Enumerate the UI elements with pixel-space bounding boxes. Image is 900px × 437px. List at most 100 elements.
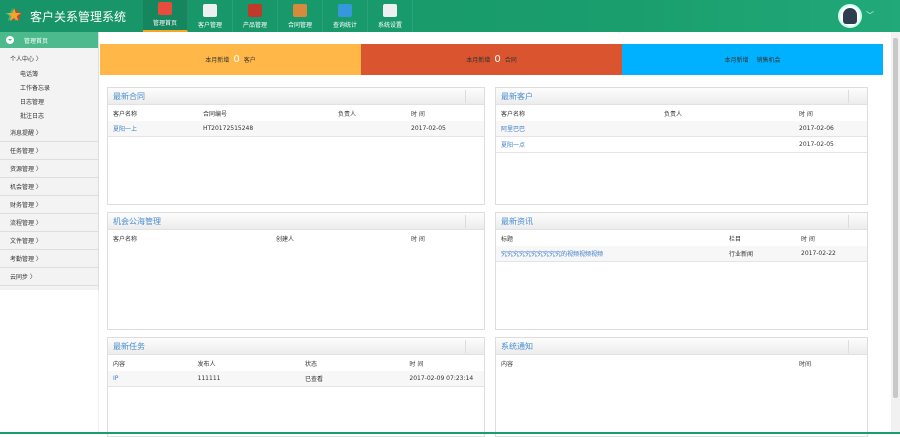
stat-card[interactable]: 本月新增 0 合同	[361, 44, 622, 75]
nav-tab-2[interactable]: 产品管理	[233, 0, 278, 32]
stat-count: 0	[494, 54, 501, 65]
panel-system-notices: 系统通知内容 时间	[495, 337, 868, 437]
column-header: 时 间	[799, 110, 813, 118]
main-nav: 管理首页 客户管理 产品管理 合同管理 查询统计 系统设置	[143, 0, 413, 32]
cell[interactable]: 阿里巴巴	[501, 124, 664, 133]
table-row[interactable]: 夏阳一点 2017-02-05	[496, 137, 867, 153]
cell: 2017-02-05	[411, 125, 446, 132]
chevron-down-icon[interactable]: ﹀	[866, 10, 874, 21]
cell[interactable]: 究究究究究究究究究究的视频视频视频	[501, 249, 729, 258]
user-avatar[interactable]	[838, 4, 862, 28]
panel-latest-news: 最新资讯标题 栏目 时 间究究究究究究究究究究的视频视频视频 行业新闻 2017-02-…	[495, 212, 868, 330]
column-headers: 内容 发布人 状态 时 间	[108, 355, 484, 371]
nav-icon-2	[248, 4, 262, 17]
panel-title: 机会公海管理	[108, 213, 484, 230]
sidebar-group[interactable]: 机会管理 〉	[0, 178, 98, 196]
column-headers: 内容 时间	[496, 355, 867, 371]
nav-tab-0[interactable]: 管理首页	[143, 0, 188, 32]
cell: 已查看	[304, 376, 323, 383]
column-headers: 客户名称 创建人 时 间	[108, 230, 484, 246]
column-header: 内容	[501, 360, 514, 368]
stat-card[interactable]: 本月新增 0 客户	[100, 44, 361, 75]
sidebar-group[interactable]: 流程管理 〉	[0, 214, 98, 232]
sidebar-group[interactable]: 考勤管理 〉	[0, 250, 98, 268]
column-header: 时 间	[801, 235, 815, 243]
table-row[interactable]: 夏阳一上 HT20172515248 2017-02-05	[108, 121, 484, 137]
sidebar-subitem[interactable]: 批注日志	[0, 110, 98, 124]
column-header: 状态	[304, 360, 317, 368]
sidebar-subitem[interactable]: 日志管理	[0, 96, 98, 110]
stat-prefix: 本月新增	[205, 57, 230, 64]
sidebar-group[interactable]: 任务管理 〉	[0, 142, 98, 160]
sidebar-header-label: 管理首页	[24, 37, 49, 45]
stat-label: 客户	[243, 57, 256, 64]
nav-tab-label: 系统设置	[377, 22, 402, 29]
panel-latest-customers: 最新客户 客户名称 负责人 时 间阿里巴巴 2017-02-06 夏阳一点 2017-02-…	[495, 87, 868, 205]
column-header: 时 间	[411, 235, 425, 243]
column-header: 内容	[113, 360, 126, 368]
sidebar-empty	[0, 290, 99, 434]
sidebar-subitem[interactable]: 工作备忘录	[0, 82, 98, 96]
column-header: 客户名称	[113, 110, 138, 118]
scrollbar-thumb[interactable]	[893, 38, 898, 398]
column-header: 负责人	[338, 110, 357, 118]
sidebar-group[interactable]: 财务管理 〉	[0, 196, 98, 214]
cell: 2017-02-06	[799, 125, 834, 132]
nav-tab-label: 管理首页	[152, 20, 177, 27]
nav-tab-4[interactable]: 查询统计	[323, 0, 368, 32]
collapse-icon	[6, 36, 14, 44]
sidebar-subitem[interactable]: 电话簿	[0, 68, 98, 82]
column-header: 标题	[501, 235, 514, 243]
panel-opportunity-pool: 机会公海管理客户名称 创建人 时 间	[107, 212, 485, 330]
table-row[interactable]: 究究究究究究究究究究的视频视频视频 行业新闻 2017-02-22	[496, 246, 867, 262]
cell: 111111	[197, 375, 221, 382]
column-header: 负责人	[664, 110, 683, 118]
app-title: 客户关系管理系统	[30, 9, 127, 24]
column-headers: 客户名称 合同编号 负责人 时 间	[108, 105, 484, 121]
sidebar-group[interactable]: 云同步 〉	[0, 268, 98, 286]
nav-tab-3[interactable]: 合同管理	[278, 0, 323, 32]
user-icon	[843, 8, 857, 24]
cell: 2017-02-22	[801, 250, 836, 257]
stats-bar: 本月新增 0 客户 本月新增 0 合同 本月新增 销售机会	[100, 44, 883, 75]
sidebar: 管理首页 个人中心 〉 电话簿 工作备忘录 日志管理 批注日志 消息提醒 〉任务管理 …	[0, 32, 99, 290]
column-header: 时间	[799, 360, 812, 368]
column-header: 客户名称	[501, 110, 526, 118]
column-headers: 标题 栏目 时 间	[496, 230, 867, 246]
nav-icon-0	[158, 2, 172, 15]
nav-icon-4	[338, 4, 352, 17]
stat-card[interactable]: 本月新增 销售机会	[622, 44, 883, 75]
logo-star-icon: ★	[6, 5, 23, 26]
nav-tab-label: 客户管理	[197, 22, 222, 29]
sidebar-group[interactable]: 文件管理 〉	[0, 232, 98, 250]
sidebar-item-home[interactable]: 管理首页	[0, 32, 98, 48]
column-headers: 客户名称 负责人 时 间	[496, 105, 867, 121]
panel-title: 最新任务	[108, 338, 484, 355]
cell: 行业新闻	[729, 251, 754, 258]
cell[interactable]: 夏阳一上	[113, 124, 203, 133]
panel-title: 最新资讯	[496, 213, 867, 230]
nav-tab-1[interactable]: 客户管理	[188, 0, 233, 32]
panel-title: 系统通知	[496, 338, 867, 355]
stat-prefix: 本月新增	[724, 57, 749, 64]
sidebar-group-personal[interactable]: 个人中心 〉	[0, 48, 98, 68]
column-header: 时 间	[411, 110, 425, 118]
column-header: 创建人	[276, 235, 295, 243]
sidebar-group[interactable]: 资源管理 〉	[0, 160, 98, 178]
nav-tab-5[interactable]: 系统设置	[368, 0, 413, 32]
nav-tab-label: 产品管理	[242, 22, 267, 29]
nav-icon-1	[203, 4, 217, 17]
column-header: 客户名称	[113, 235, 138, 243]
cell: 2017-02-05	[799, 141, 834, 148]
stat-label: 合同	[504, 57, 517, 64]
cell[interactable]: 夏阳一点	[501, 140, 664, 149]
cell: HT20172515248	[203, 125, 254, 132]
table-row[interactable]: 阿里巴巴 2017-02-06	[496, 121, 867, 137]
sidebar-group[interactable]: 消息提醒 〉	[0, 124, 98, 142]
nav-tab-label: 合同管理	[287, 22, 312, 29]
scrollbar[interactable]	[891, 32, 900, 434]
column-header: 栏目	[729, 235, 742, 243]
cell[interactable]: IP	[113, 375, 198, 382]
table-row[interactable]: IP 111111 已查看 2017-02-09 07:23:14	[108, 371, 484, 387]
stat-count: 0	[233, 54, 240, 65]
